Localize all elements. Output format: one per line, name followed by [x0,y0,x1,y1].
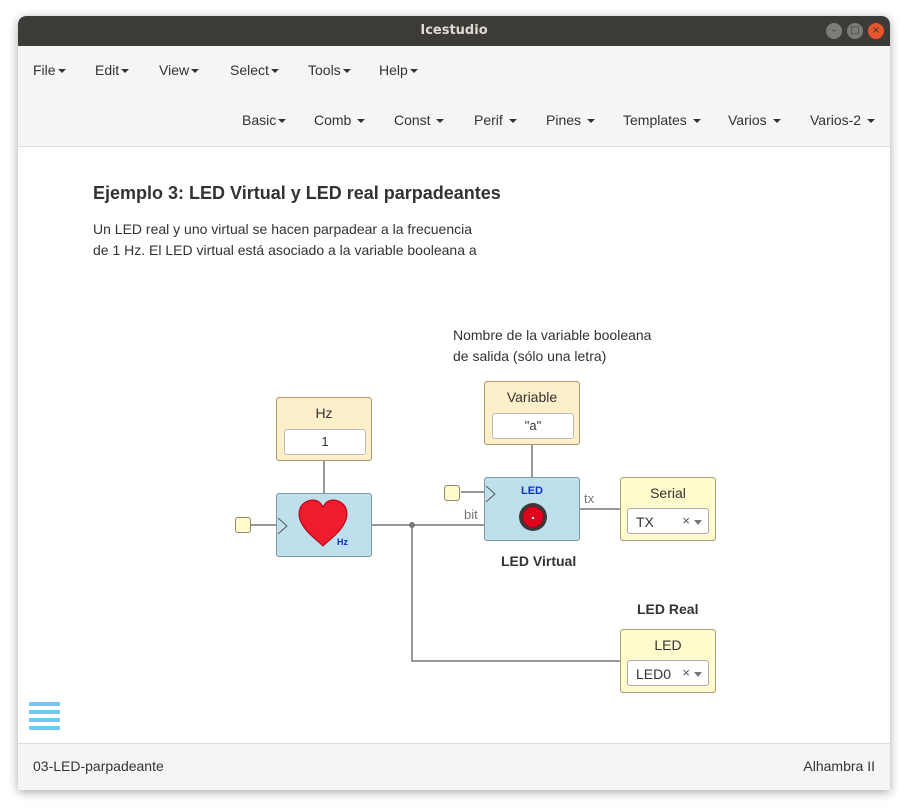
clear-icon[interactable]: × [682,513,690,528]
chevron-down-icon [436,119,445,124]
variable-value-input[interactable]: "a" [492,413,574,439]
bit-wire-label: bit [464,507,478,522]
hz-label: Hz [315,405,333,421]
menu-varios[interactable]: Varios [728,112,781,128]
chevron-down-icon [866,119,875,124]
menu-view[interactable]: View [159,62,200,78]
led-output-block[interactable]: LED LED0 × [620,629,716,693]
serial-output-block[interactable]: Serial TX × [620,477,716,541]
menu-pines[interactable]: Pines [546,112,595,128]
minimize-button[interactable]: – [826,23,842,39]
window-title: Icestudio [420,23,488,38]
close-button[interactable]: × [868,23,884,39]
serial-pin-select[interactable]: TX × [627,508,709,534]
variable-constant-block[interactable]: Variable "a" [484,381,580,445]
serial-label: Serial [650,485,686,501]
hamburger-menu-icon[interactable] [29,702,60,730]
serial-pin-value: TX [636,514,654,530]
chevron-down-icon [357,119,366,124]
led-label: LED [654,637,682,653]
menu-templates[interactable]: Templates [623,112,701,128]
led-pin-select[interactable]: LED0 × [627,660,709,686]
heartbeat-block[interactable]: Hz [276,493,372,557]
heart-icon [277,499,348,547]
menu-help[interactable]: Help [379,62,418,78]
tx-wire-label: tx [584,491,595,506]
menu-file[interactable]: File [33,62,66,78]
hz-value-input[interactable]: 1 [284,429,366,455]
chevron-down-icon [57,69,66,74]
chevron-down-icon[interactable] [694,672,702,677]
chevron-down-icon [191,69,200,74]
status-bar: 03-LED-parpadeante Alhambra II [18,743,890,790]
led-virtual-caption: LED Virtual [501,553,577,569]
board-name[interactable]: Alhambra II [803,758,875,774]
chevron-down-icon [278,119,287,124]
menu-varios-2[interactable]: Varios-2 [810,112,875,128]
title-bar: Icestudio – □ × [18,16,890,46]
menu-bar: File Edit View Select Tools Help Basic C… [18,46,890,147]
hz-constant-block[interactable]: Hz 1 [276,397,372,461]
menu-comb[interactable]: Comb [314,112,366,128]
menu-basic[interactable]: Basic [242,112,287,128]
chevron-down-icon[interactable] [694,520,702,525]
chevron-down-icon [586,119,595,124]
chevron-down-icon [772,119,781,124]
led-real-caption: LED Real [637,601,699,617]
menu-select[interactable]: Select [230,62,279,78]
variable-label: Variable [506,389,558,405]
app-window: Icestudio – □ × File Edit View Select To… [18,16,890,790]
chevron-down-icon [121,69,130,74]
clear-icon[interactable]: × [682,665,690,680]
led-virtual-title: LED [521,485,543,497]
chevron-down-icon [409,69,418,74]
chevron-down-icon [342,69,351,74]
led-virtual-block[interactable]: LED [484,477,580,541]
menu-perif[interactable]: Perif [474,112,517,128]
project-name: 03-LED-parpadeante [33,758,164,774]
wire-to-led-real [411,525,621,662]
wire-junction [409,522,415,528]
maximize-button[interactable]: □ [847,23,863,39]
chevron-down-icon [270,69,279,74]
chevron-down-icon [508,119,517,124]
clk-port-heart[interactable] [235,517,251,533]
design-canvas[interactable]: Ejemplo 3: LED Virtual y LED real parpad… [18,147,890,743]
menu-edit[interactable]: Edit [95,62,130,78]
wires-layer [251,445,621,662]
menu-tools[interactable]: Tools [308,62,351,78]
menu-const[interactable]: Const [394,112,445,128]
clk-port-led[interactable] [444,485,460,501]
chevron-down-icon [692,119,701,124]
heart-unit-label: Hz [337,537,348,547]
led-pin-value: LED0 [636,666,672,682]
